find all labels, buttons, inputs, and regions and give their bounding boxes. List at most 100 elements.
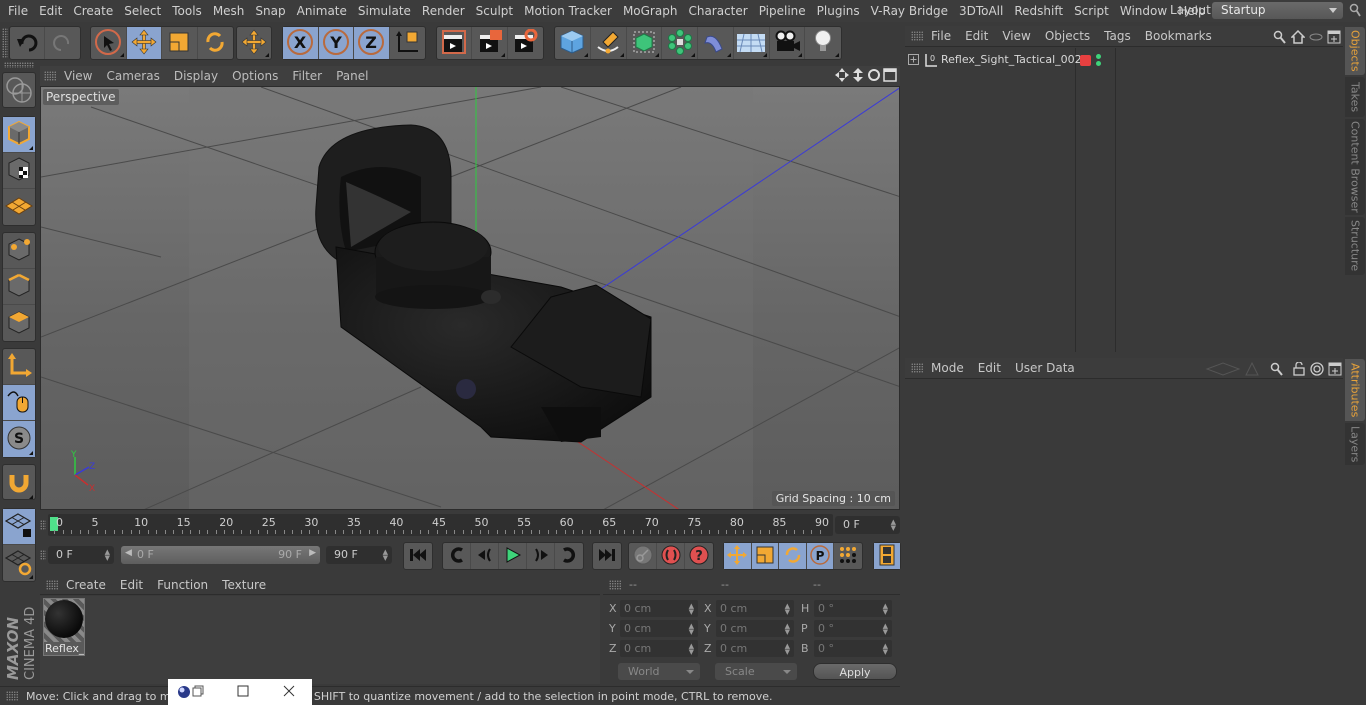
maximize-view-icon[interactable] — [883, 68, 897, 85]
menu-snap[interactable]: Snap — [247, 4, 285, 18]
tab-takes[interactable]: Takes — [1345, 77, 1365, 117]
play-button[interactable] — [499, 543, 527, 569]
position-z-field[interactable]: 0 cm ▲ ▼ — [620, 640, 698, 657]
menu-3dtoall[interactable]: 3DToAll — [951, 4, 1003, 18]
transform-tool-button[interactable] — [237, 27, 271, 59]
key-rotation-button[interactable] — [779, 543, 807, 569]
position-x-field[interactable]: 0 cm ▲ ▼ — [620, 600, 698, 617]
range-right-arrow-icon[interactable]: ▶ — [309, 548, 316, 558]
make-editable-button[interactable] — [3, 73, 35, 109]
material-menu-texture[interactable]: Texture — [222, 578, 266, 592]
objects-menu-bookmarks[interactable]: Bookmarks — [1145, 29, 1212, 43]
objects-menu-objects[interactable]: Objects — [1045, 29, 1090, 43]
zoom-view-icon[interactable] — [851, 68, 865, 85]
material-menu-function[interactable]: Function — [157, 578, 208, 592]
next-frame-button[interactable] — [527, 543, 555, 569]
perspective-viewport[interactable]: Y Z X Perspective Grid Spacing : 10 cm — [40, 86, 900, 510]
redo-button[interactable] — [45, 27, 80, 59]
target-icon[interactable] — [1310, 362, 1324, 379]
menu-redshift[interactable]: Redshift — [1006, 4, 1063, 18]
attributes-menu-user-data[interactable]: User Data — [1015, 361, 1075, 375]
editor-visibility-dot[interactable] — [1096, 54, 1101, 59]
texture-mode-button[interactable] — [3, 153, 35, 189]
end-frame-field[interactable]: 90 F ▲ ▼ — [326, 546, 392, 564]
layout-dropdown[interactable]: Startup — [1212, 2, 1343, 19]
next-keyframe-button[interactable] — [555, 543, 583, 569]
tab-objects[interactable]: Objects — [1345, 27, 1365, 75]
key-scale-button[interactable] — [751, 543, 780, 569]
search-icon[interactable] — [1273, 30, 1287, 47]
go-to-start-button[interactable] — [404, 543, 432, 569]
objects-menu-view[interactable]: View — [1002, 29, 1030, 43]
light-button[interactable] — [805, 27, 841, 59]
menu-window[interactable]: Window — [1112, 4, 1167, 18]
render-view-button[interactable] — [437, 27, 473, 59]
floor-button[interactable] — [734, 27, 770, 59]
key-position-button[interactable] — [724, 543, 752, 569]
menu-file[interactable]: File — [0, 4, 28, 18]
render-settings-button[interactable] — [508, 27, 543, 59]
coordinate-space-dropdown[interactable]: World — [618, 663, 700, 680]
search-icon[interactable] — [1349, 3, 1361, 20]
snap-button[interactable] — [3, 465, 35, 501]
undo-button[interactable] — [10, 27, 46, 59]
current-frame-field[interactable]: 0 F ▲ ▼ — [835, 516, 900, 534]
viewport-menu-view[interactable]: View — [64, 69, 92, 83]
rotate-view-icon[interactable] — [867, 68, 881, 85]
new-panel-icon[interactable] — [1328, 362, 1342, 379]
position-y-field[interactable]: 0 cm ▲ ▼ — [620, 620, 698, 637]
menu-select[interactable]: Select — [116, 4, 161, 18]
autokeying-button[interactable] — [657, 543, 685, 569]
objects-menu-edit[interactable]: Edit — [965, 29, 988, 43]
model-mode-button[interactable] — [3, 117, 35, 153]
viewport-grip[interactable] — [44, 71, 56, 81]
size-z-field[interactable]: 0 cm ▲ ▼ — [716, 640, 794, 657]
tab-attributes[interactable]: Attributes — [1345, 359, 1365, 421]
menu-create[interactable]: Create — [65, 4, 113, 18]
pen-spline-button[interactable] — [591, 27, 627, 59]
cube-button[interactable] — [555, 27, 591, 59]
planar-workplane-button[interactable] — [3, 545, 35, 581]
frame-ruler[interactable]: 0 5 10 15 20 25 30 35 40 45 50 55 60 65 70 75 80 85 90 — [48, 514, 833, 536]
start-frame-field[interactable]: 0 F ▲ ▼ — [48, 546, 114, 564]
range-left-arrow-icon[interactable]: ◀ — [125, 548, 132, 558]
tweak-mode-button[interactable] — [3, 385, 35, 421]
attribute-manager-grip[interactable] — [911, 363, 923, 373]
home-icon[interactable] — [1290, 29, 1306, 47]
timeline-window-button[interactable] — [874, 543, 900, 569]
frame-range-slider[interactable]: ◀ 0 F 90 F ▶ — [121, 546, 320, 564]
viewport-menu-filter[interactable]: Filter — [292, 69, 322, 83]
close-icon[interactable] — [283, 685, 295, 700]
material-swatch[interactable]: Reflex_S — [43, 598, 85, 656]
key-parameter-button[interactable]: P — [806, 543, 835, 569]
objects-menu-file[interactable]: File — [931, 29, 951, 43]
status-grip[interactable] — [6, 691, 18, 701]
lock-icon[interactable] — [1292, 361, 1306, 379]
bend-deformer-button[interactable] — [698, 27, 734, 59]
rotate-tool-button[interactable] — [198, 27, 233, 59]
render-visibility-dot[interactable] — [1096, 61, 1101, 66]
menu-script[interactable]: Script — [1066, 4, 1109, 18]
material-menu-edit[interactable]: Edit — [120, 578, 143, 592]
material-grip[interactable] — [46, 580, 58, 590]
x-axis-lock-button[interactable]: X — [283, 27, 319, 59]
tab-layers[interactable]: Layers — [1345, 423, 1365, 465]
tab-structure[interactable]: Structure — [1345, 217, 1365, 275]
locked-workplane-button[interactable] — [3, 509, 35, 545]
layer-color-swatch[interactable] — [1080, 55, 1091, 66]
menu-motion-tracker[interactable]: Motion Tracker — [516, 4, 612, 18]
menu-plugins[interactable]: Plugins — [809, 4, 860, 18]
new-panel-icon[interactable] — [1327, 30, 1341, 47]
nav-back-icon[interactable] — [1205, 362, 1241, 379]
object-manager-grip[interactable] — [911, 31, 923, 41]
coordinate-system-button[interactable] — [390, 27, 425, 59]
keyframe-selection-button[interactable]: ? — [685, 543, 713, 569]
viewport-menu-panel[interactable]: Panel — [336, 69, 368, 83]
edges-mode-button[interactable] — [3, 269, 35, 305]
restore-icon[interactable] — [192, 685, 204, 700]
cloner-button[interactable] — [662, 27, 698, 59]
tab-content-browser[interactable]: Content Browser — [1345, 119, 1365, 215]
subdivision-surface-button[interactable] — [627, 27, 663, 59]
y-axis-lock-button[interactable]: Y — [318, 27, 354, 59]
scale-tool-button[interactable] — [162, 27, 198, 59]
